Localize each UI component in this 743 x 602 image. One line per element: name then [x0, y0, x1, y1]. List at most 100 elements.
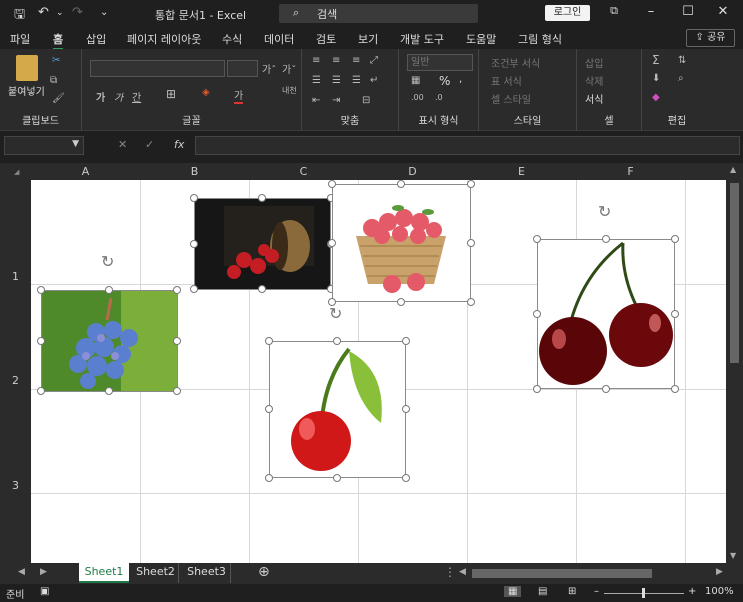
sort-filter-icon[interactable]: ⇅ — [678, 55, 686, 66]
login-button[interactable]: 로그인 — [545, 5, 590, 21]
worksheet-grid[interactable]: ↻ ↻ ↻ — [31, 180, 726, 563]
font-color-button[interactable]: 가 — [234, 87, 244, 104]
column-header-d[interactable]: D — [358, 165, 467, 178]
tab-view[interactable]: 보기 — [358, 31, 378, 47]
accessibility-icon[interactable]: ▣ — [40, 586, 49, 597]
select-all-icon[interactable]: ◢ — [14, 168, 19, 176]
tab-insert[interactable]: 삽입 — [86, 31, 106, 47]
ribbon-display-icon[interactable]: ⧉ — [604, 4, 624, 18]
row-header-3[interactable]: 3 — [0, 479, 31, 492]
zoom-out-icon[interactable]: – — [594, 586, 599, 597]
prev-sheet-icon[interactable]: ◀ — [18, 567, 25, 577]
copy-icon[interactable]: ⧉ — [50, 75, 57, 86]
maximize-icon[interactable]: ☐ — [678, 4, 698, 19]
next-sheet-icon[interactable]: ▶ — [40, 567, 47, 577]
tab-formulas[interactable]: 수식 — [222, 31, 242, 47]
find-select-icon[interactable]: ⌕ — [678, 73, 684, 84]
tab-home[interactable]: 홈 — [53, 31, 64, 50]
save-icon[interactable]: 🖫 — [14, 5, 25, 27]
paste-label[interactable]: 붙여넣기 — [8, 83, 45, 98]
column-header-a[interactable]: A — [31, 165, 140, 178]
name-box-dropdown-icon[interactable]: ▼ — [72, 139, 79, 149]
format-painter-icon[interactable]: 🖌 — [52, 93, 65, 104]
normal-view-icon[interactable]: ▦ — [504, 586, 522, 597]
percent-button[interactable]: % — [439, 74, 450, 88]
cancel-icon[interactable]: ✕ — [118, 138, 127, 151]
accounting-icon[interactable]: ▦ — [411, 75, 420, 86]
decrease-decimal-icon[interactable]: .0 — [435, 93, 443, 102]
column-header-f[interactable]: F — [576, 165, 685, 178]
cut-icon[interactable]: ✂ — [52, 55, 60, 66]
decrease-font-icon[interactable]: 가ˇ — [282, 61, 296, 76]
fill-icon[interactable]: ⬇ — [652, 73, 660, 84]
tab-help[interactable]: 도움말 — [466, 31, 496, 47]
add-sheet-icon[interactable]: ⊕ — [258, 564, 270, 580]
tab-page-layout[interactable]: 페이지 레이아웃 — [127, 31, 201, 47]
rotate-handle-icon[interactable]: ↻ — [329, 304, 342, 323]
format-as-table-button[interactable]: 표 서식 — [491, 73, 522, 88]
italic-button[interactable]: 가 — [114, 89, 123, 104]
format-cells-button[interactable]: 서식 — [585, 91, 603, 106]
undo-dropdown-icon[interactable]: ⌄ — [56, 8, 64, 18]
rotate-handle-icon[interactable]: ↻ — [598, 202, 611, 221]
tab-developer[interactable]: 개발 도구 — [400, 31, 444, 47]
close-icon[interactable]: ✕ — [713, 4, 733, 19]
clear-icon[interactable]: ◆ — [652, 92, 660, 103]
align-bottom-icon[interactable]: ≡ — [352, 55, 360, 66]
font-size-select[interactable] — [227, 60, 258, 77]
conditional-format-button[interactable]: 조건부 서식 — [491, 55, 540, 70]
phonetic-icon[interactable]: 내천 — [282, 85, 297, 96]
increase-indent-icon[interactable]: ⇥ — [332, 95, 340, 106]
vertical-scrollbar[interactable]: ▲ ▼ — [726, 163, 743, 563]
search-box[interactable]: ⌕ 검색 — [279, 4, 478, 23]
align-middle-icon[interactable]: ≡ — [332, 55, 340, 66]
tab-file[interactable]: 파일 — [10, 31, 30, 47]
column-header-e[interactable]: E — [467, 165, 576, 178]
bold-button[interactable]: 가 — [96, 89, 105, 104]
undo-icon[interactable]: ↶ — [38, 5, 49, 20]
increase-decimal-icon[interactable]: .00 — [411, 93, 424, 102]
minimize-icon[interactable]: – — [641, 4, 661, 19]
increase-font-icon[interactable]: 가ˆ — [262, 61, 276, 76]
scroll-down-icon[interactable]: ▼ — [730, 551, 736, 560]
border-icon[interactable]: ⊞ — [166, 87, 176, 101]
decrease-indent-icon[interactable]: ⇤ — [312, 95, 320, 106]
formula-input[interactable] — [195, 136, 740, 155]
more-options-icon[interactable]: ⋮ — [444, 565, 456, 579]
comma-icon[interactable]: , — [459, 74, 462, 85]
name-box[interactable]: ▼ — [4, 136, 84, 155]
insert-function-icon[interactable]: fx — [174, 138, 184, 151]
font-name-select[interactable] — [90, 60, 225, 77]
customize-qat-icon[interactable]: ⌄ — [100, 7, 108, 18]
tab-review[interactable]: 검토 — [316, 31, 336, 47]
insert-cells-button[interactable]: 삽입 — [585, 55, 603, 70]
wrap-text-icon[interactable]: ↵ — [370, 75, 378, 86]
delete-cells-button[interactable]: 삭제 — [585, 73, 603, 88]
paste-icon[interactable] — [16, 55, 38, 81]
row-header-1[interactable]: 1 — [0, 270, 31, 283]
tab-data[interactable]: 데이터 — [264, 31, 294, 47]
rotate-handle-icon[interactable]: ↻ — [101, 252, 114, 271]
orientation-icon[interactable]: ⤢ — [370, 55, 378, 66]
zoom-level[interactable]: 100% — [705, 586, 734, 597]
sheet-tab-3[interactable]: Sheet3 — [183, 563, 231, 583]
underline-button[interactable]: 간 — [132, 89, 141, 104]
page-break-view-icon[interactable]: ⊞ — [568, 586, 576, 597]
scroll-left-icon[interactable]: ◀ — [459, 567, 466, 577]
align-top-icon[interactable]: ≡ — [312, 55, 320, 66]
redo-icon[interactable]: ↷ — [72, 5, 83, 20]
sheet-tab-1[interactable]: Sheet1 — [79, 563, 129, 583]
tab-picture-format[interactable]: 그림 형식 — [518, 31, 562, 47]
autosum-button[interactable]: Σ — [652, 53, 660, 67]
zoom-thumb[interactable] — [642, 588, 645, 598]
align-right-icon[interactable]: ☰ — [352, 75, 361, 86]
zoom-in-icon[interactable]: + — [688, 586, 696, 597]
page-layout-view-icon[interactable]: ▤ — [538, 586, 547, 597]
cell-styles-button[interactable]: 셀 스타일 — [491, 91, 531, 106]
sheet-tab-2[interactable]: Sheet2 — [133, 563, 179, 583]
column-header-b[interactable]: B — [140, 165, 249, 178]
enter-icon[interactable]: ✓ — [145, 138, 154, 151]
scroll-up-icon[interactable]: ▲ — [730, 165, 736, 174]
scroll-right-icon[interactable]: ▶ — [716, 567, 723, 577]
share-button[interactable]: ⇪ 공유 — [686, 29, 735, 47]
